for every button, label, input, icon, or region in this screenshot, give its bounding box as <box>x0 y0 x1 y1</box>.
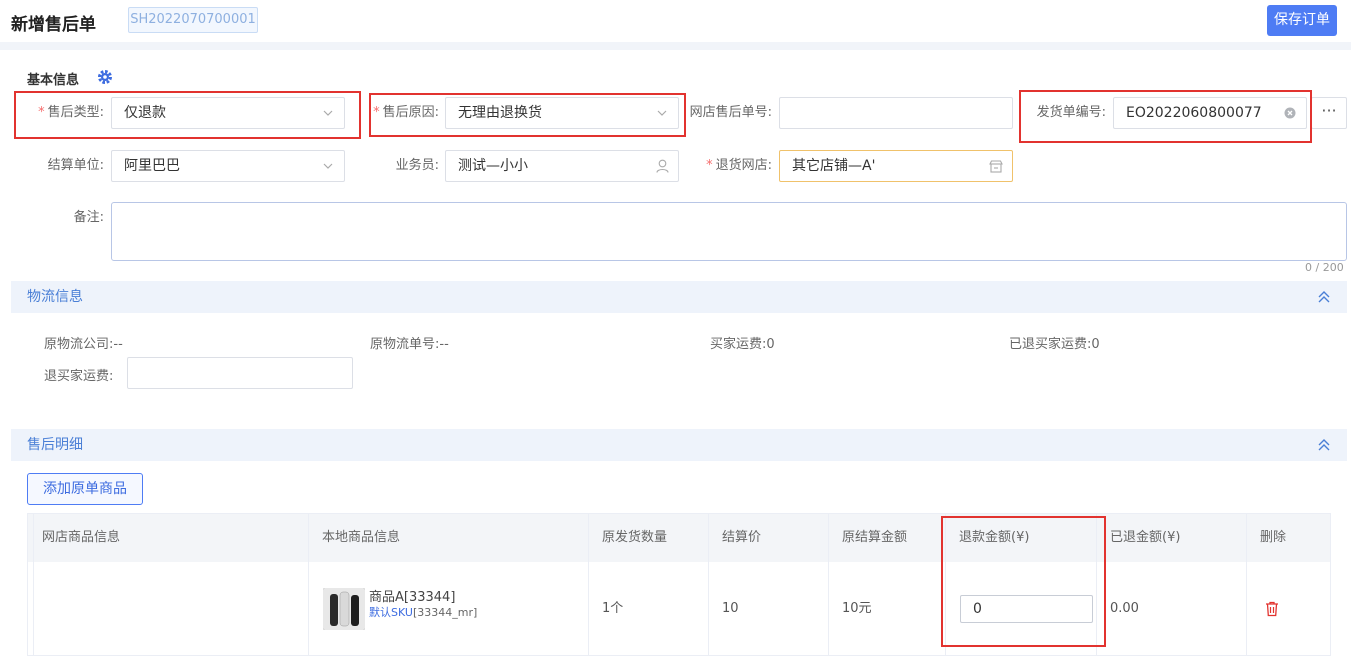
shop-aftersale-no-label: 网店售后单号: <box>689 105 772 120</box>
refund-freight-input[interactable] <box>127 357 353 389</box>
local-item-name: 商品A[33344] <box>369 590 456 605</box>
remark-label: 备注: <box>73 210 104 225</box>
column-header: 删除 <box>1260 530 1287 545</box>
buyer-freight: 买家运费:0 <box>710 337 775 352</box>
settle-price-cell: 10 <box>722 601 739 616</box>
details-section-header[interactable]: 售后明细 <box>11 429 1347 461</box>
gear-icon[interactable] <box>97 69 113 85</box>
salesman-input[interactable]: 测试—小小 <box>445 150 679 182</box>
product-thumbnail <box>323 588 365 630</box>
chevron-down-icon <box>321 151 335 181</box>
aftersale-type-label: * 售后类型: <box>38 105 104 120</box>
page-title: 新增售后单 <box>11 15 96 35</box>
salesman-label: 业务员: <box>395 158 439 173</box>
refund-freight-label: 退买家运费: <box>44 369 114 384</box>
delivery-no-label: 发货单编号: <box>1036 105 1106 120</box>
aftersale-type-select[interactable]: 仅退款 <box>111 97 345 129</box>
more-button[interactable]: ··· <box>1311 97 1347 129</box>
clear-icon[interactable] <box>1283 98 1297 128</box>
basic-info-title: 基本信息 <box>27 73 80 88</box>
column-divider <box>945 514 946 655</box>
column-header: 网店商品信息 <box>42 530 121 545</box>
collapse-icon[interactable] <box>1317 437 1331 453</box>
aftersale-reason-select[interactable]: 无理由退换货 <box>445 97 679 129</box>
delete-icon[interactable] <box>1265 601 1279 617</box>
chevron-down-icon <box>321 98 335 128</box>
page-header: 新增售后单 SH2022070700001 保存订单 <box>0 0 1351 42</box>
logistics-section-header[interactable]: 物流信息 <box>11 281 1347 313</box>
settle-unit-label: 结算单位: <box>47 158 104 173</box>
shop-aftersale-no-input[interactable] <box>779 97 1013 129</box>
orig-amount-cell: 10元 <box>842 601 872 616</box>
settle-unit-select[interactable]: 阿里巴巴 <box>111 150 345 182</box>
local-item-sku[interactable]: 默认SKU[33344_mr] <box>369 604 477 620</box>
header-divider <box>0 42 1351 50</box>
column-header: 原结算金额 <box>842 530 908 545</box>
shop-icon[interactable] <box>989 151 1003 181</box>
remark-textarea[interactable] <box>111 202 1347 261</box>
order-number-badge: SH2022070700001 <box>128 7 258 33</box>
add-original-item-button[interactable]: 添加原单商品 <box>27 473 143 505</box>
return-shop-input[interactable]: 其它店铺—A' <box>779 150 1013 182</box>
details-title: 售后明细 <box>27 437 83 453</box>
orig-qty-cell: 1个 <box>602 601 624 616</box>
save-order-button[interactable]: 保存订单 <box>1267 5 1337 36</box>
shop-item-cell <box>28 562 42 656</box>
column-header: 退款金额(¥) <box>959 530 1030 545</box>
column-header: 本地商品信息 <box>322 530 401 545</box>
aftersale-detail-table: 网店商品信息 本地商品信息 原发货数量 结算价 原结算金额 退款金额(¥) 已退… <box>27 513 1331 656</box>
column-header: 结算价 <box>722 530 762 545</box>
orig-tracking-no: 原物流单号:-- <box>370 337 449 352</box>
column-divider <box>308 514 309 655</box>
refund-amount-input[interactable]: 0 <box>960 595 1093 623</box>
column-divider <box>1246 514 1247 655</box>
aftersale-reason-label: * 售后原因: <box>373 105 439 120</box>
logistics-title: 物流信息 <box>27 289 83 305</box>
orig-logistics-company: 原物流公司:-- <box>44 337 123 352</box>
remark-counter: 0 / 200 <box>1305 261 1344 274</box>
column-header: 已退金额(¥) <box>1110 530 1181 545</box>
refunded-buyer-freight: 已退买家运费:0 <box>1009 337 1100 352</box>
refunded-amount-cell: 0.00 <box>1110 601 1139 616</box>
user-icon[interactable] <box>655 151 669 181</box>
collapse-icon[interactable] <box>1317 289 1331 305</box>
chevron-down-icon <box>655 98 669 128</box>
delivery-no-input[interactable]: EO2022060800077 <box>1113 97 1307 129</box>
column-header: 原发货数量 <box>602 530 668 545</box>
return-shop-label: * 退货网店: <box>706 158 772 173</box>
